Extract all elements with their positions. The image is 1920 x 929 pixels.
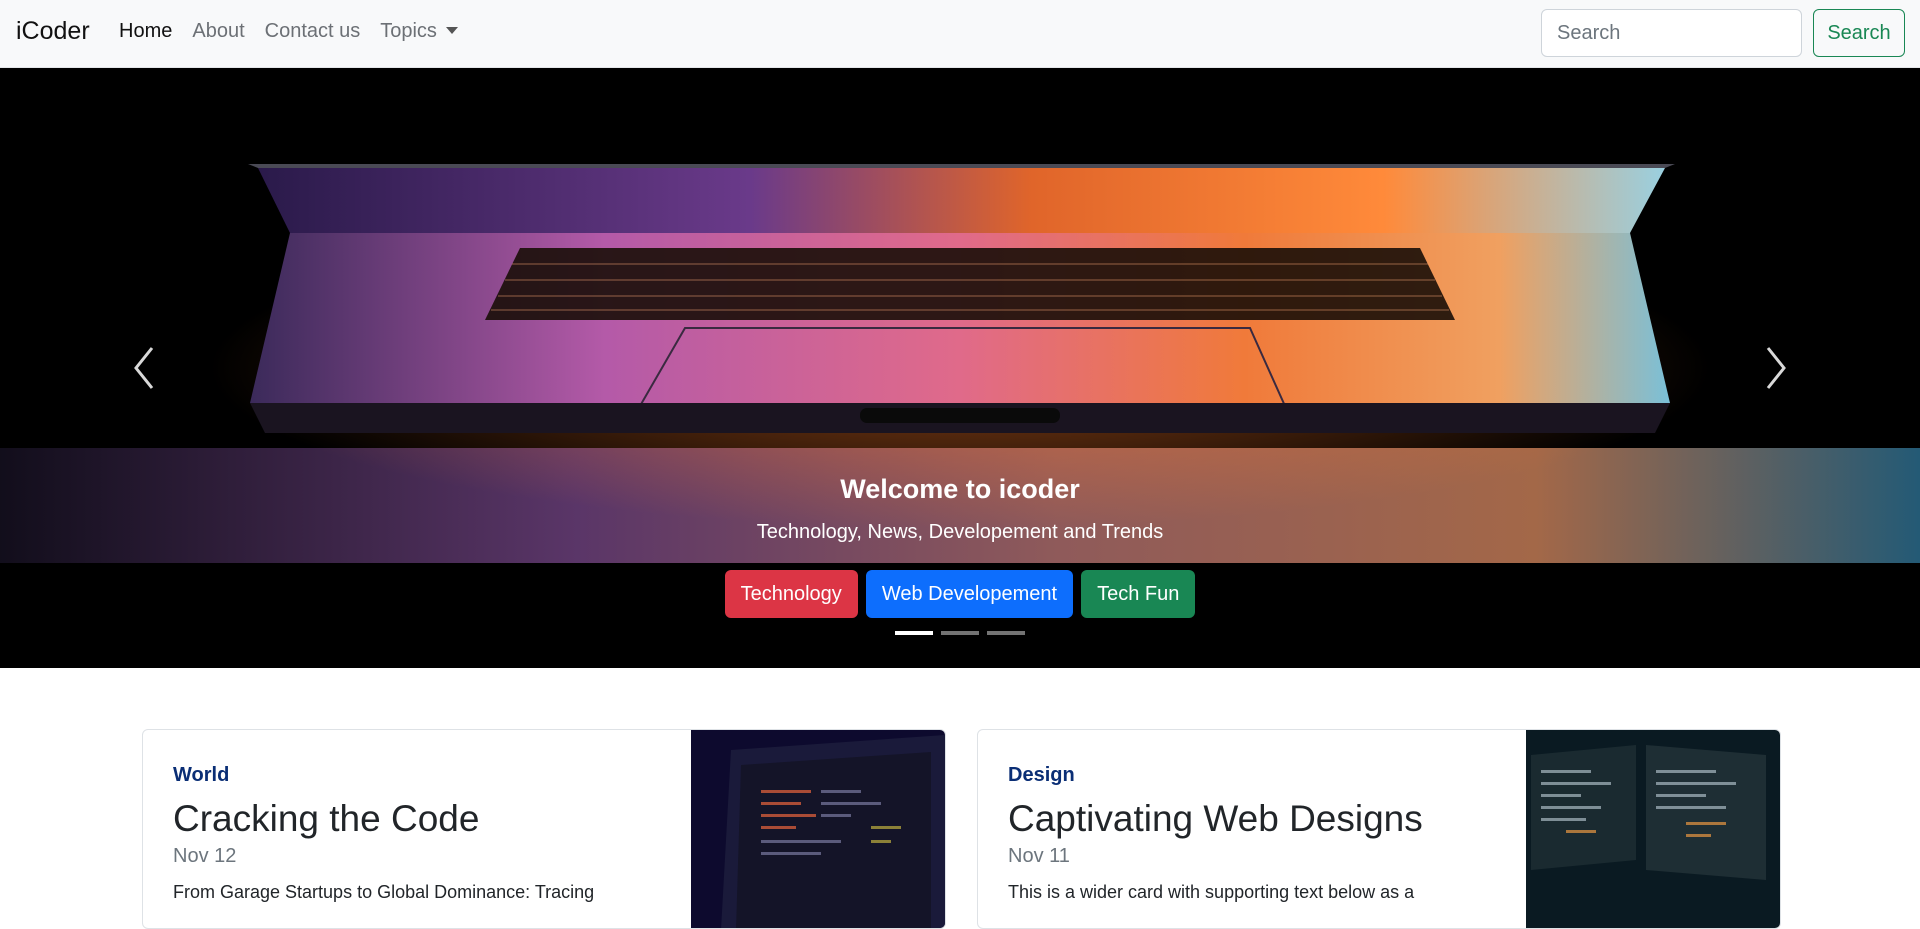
carousel-buttons: Technology Web Developement Tech Fun <box>0 570 1920 618</box>
chevron-right-icon[interactable] <box>1756 338 1796 398</box>
card-body: World Cracking the Code Nov 12 From Gara… <box>173 764 683 905</box>
tech-fun-button[interactable]: Tech Fun <box>1081 570 1196 618</box>
card-title: Cracking the Code <box>173 798 480 839</box>
card-monitors-image <box>1526 730 1780 928</box>
card-date: Nov 12 <box>173 844 237 867</box>
carousel-caption: Welcome to icoder Technology, News, Deve… <box>0 474 1920 544</box>
nav-about[interactable]: About <box>192 20 244 43</box>
blog-card: World Cracking the Code Nov 12 From Gara… <box>142 729 946 929</box>
card-code-image <box>691 730 945 928</box>
carousel-indicators <box>0 631 1920 635</box>
caption-title: Welcome to icoder <box>840 474 1080 504</box>
card-category: World <box>173 764 230 786</box>
card-text: This is a wider card with supporting tex… <box>1008 881 1415 902</box>
technology-button[interactable]: Technology <box>724 570 858 618</box>
card-body: Design Captivating Web Designs Nov 11 Th… <box>1008 764 1518 905</box>
card-text: From Garage Startups to Global Dominance… <box>173 881 595 902</box>
nav-topics-dropdown[interactable]: Topics <box>380 20 458 43</box>
search-button[interactable]: Search <box>1813 9 1905 57</box>
nav-home[interactable]: Home <box>119 20 172 43</box>
chevron-left-icon[interactable] <box>124 338 164 398</box>
search-input[interactable] <box>1541 9 1802 57</box>
caption-text: Technology, News, Developement and Trend… <box>756 521 1164 543</box>
nav-links: Home About Contact us Topics <box>119 20 478 43</box>
card-title: Captivating Web Designs <box>1008 798 1423 839</box>
indicator-slide-2[interactable] <box>941 631 979 635</box>
brand-logo[interactable]: iCoder <box>16 17 90 46</box>
indicator-slide-3[interactable] <box>987 631 1025 635</box>
caret-down-icon <box>445 27 458 34</box>
navbar: iCoder Home About Contact us Topics Sear… <box>0 0 1920 68</box>
nav-topics-label: Topics <box>380 20 437 42</box>
hero-carousel: Welcome to icoder Technology, News, Deve… <box>0 68 1920 668</box>
web-development-button[interactable]: Web Developement <box>865 570 1074 618</box>
indicator-slide-1[interactable] <box>895 631 933 635</box>
card-date: Nov 11 <box>1008 844 1070 867</box>
card-category: Design <box>1008 764 1075 786</box>
nav-contact[interactable]: Contact us <box>265 20 361 43</box>
blog-card: Design Captivating Web Designs Nov 11 Th… <box>977 729 1781 929</box>
